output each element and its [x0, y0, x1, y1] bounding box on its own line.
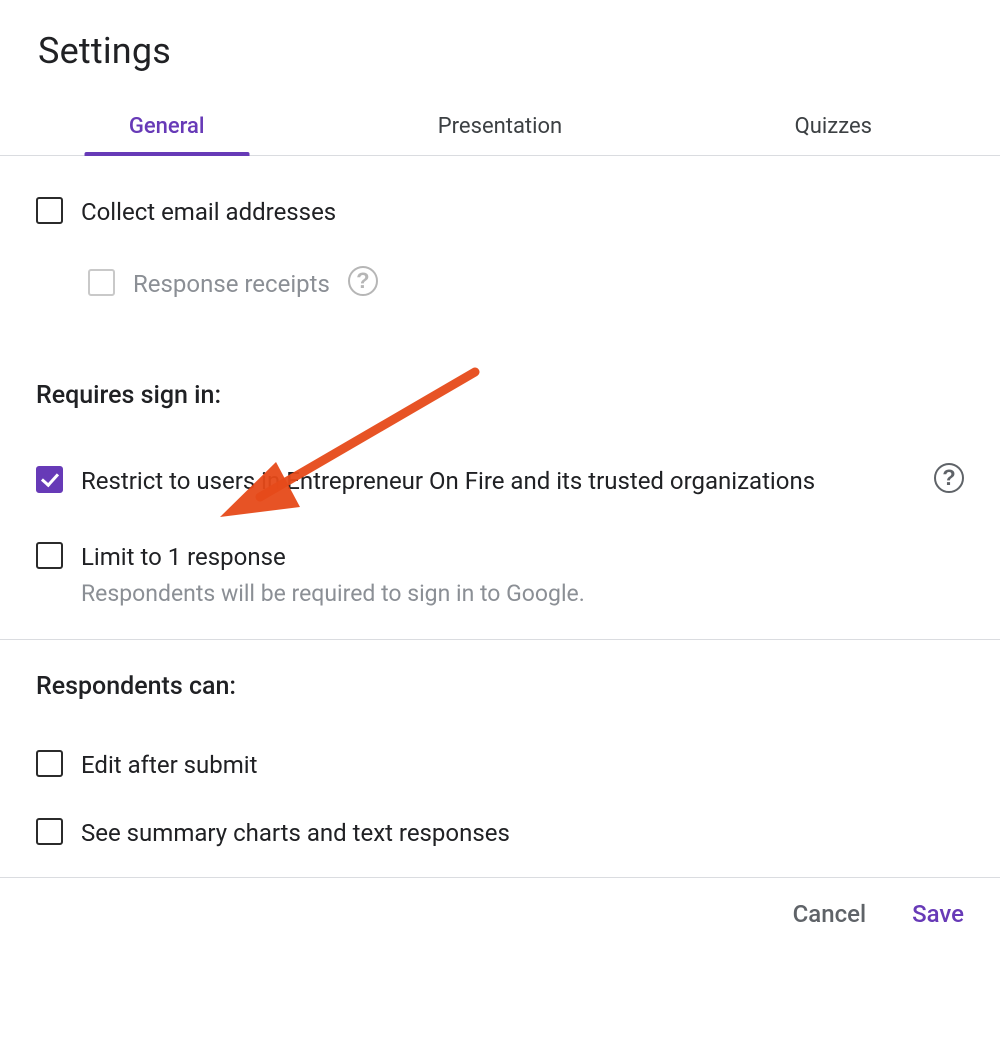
response-receipts-label: Response receipts: [133, 268, 330, 300]
edit-after-submit-label: Edit after submit: [81, 749, 257, 781]
help-icon: ?: [348, 266, 378, 296]
see-summary-row: See summary charts and text responses: [36, 817, 964, 849]
tab-general[interactable]: General: [0, 100, 333, 155]
restrict-checkbox[interactable]: [36, 466, 63, 493]
limit-sublabel: Respondents will be required to sign in …: [81, 580, 585, 607]
divider: [0, 639, 1000, 640]
tab-presentation[interactable]: Presentation: [333, 100, 666, 155]
restrict-label: Restrict to users in Entrepreneur On Fir…: [81, 465, 916, 497]
respondents-heading: Respondents can:: [36, 672, 964, 701]
save-button[interactable]: Save: [912, 900, 964, 928]
page-title: Settings: [38, 30, 1000, 72]
restrict-row: Restrict to users in Entrepreneur On Fir…: [36, 465, 964, 497]
response-receipts-checkbox: [88, 269, 115, 296]
requires-signin-heading: Requires sign in:: [36, 381, 964, 410]
cancel-button[interactable]: Cancel: [793, 900, 866, 928]
response-receipts-row: Response receipts ?: [88, 268, 964, 300]
dialog-actions: Cancel Save: [0, 900, 1000, 948]
help-icon[interactable]: ?: [934, 463, 964, 493]
collect-emails-checkbox[interactable]: [36, 197, 63, 224]
see-summary-checkbox[interactable]: [36, 818, 63, 845]
limit-label: Limit to 1 response: [81, 541, 585, 573]
limit-checkbox[interactable]: [36, 542, 63, 569]
tab-quizzes[interactable]: Quizzes: [667, 100, 1000, 155]
limit-row: Limit to 1 response Respondents will be …: [36, 541, 964, 606]
collect-emails-label: Collect email addresses: [81, 196, 336, 228]
divider: [0, 877, 1000, 878]
collect-emails-row: Collect email addresses: [36, 196, 964, 228]
edit-after-submit-row: Edit after submit: [36, 749, 964, 781]
see-summary-label: See summary charts and text responses: [81, 817, 510, 849]
tabs-bar: General Presentation Quizzes: [0, 100, 1000, 156]
edit-after-submit-checkbox[interactable]: [36, 750, 63, 777]
